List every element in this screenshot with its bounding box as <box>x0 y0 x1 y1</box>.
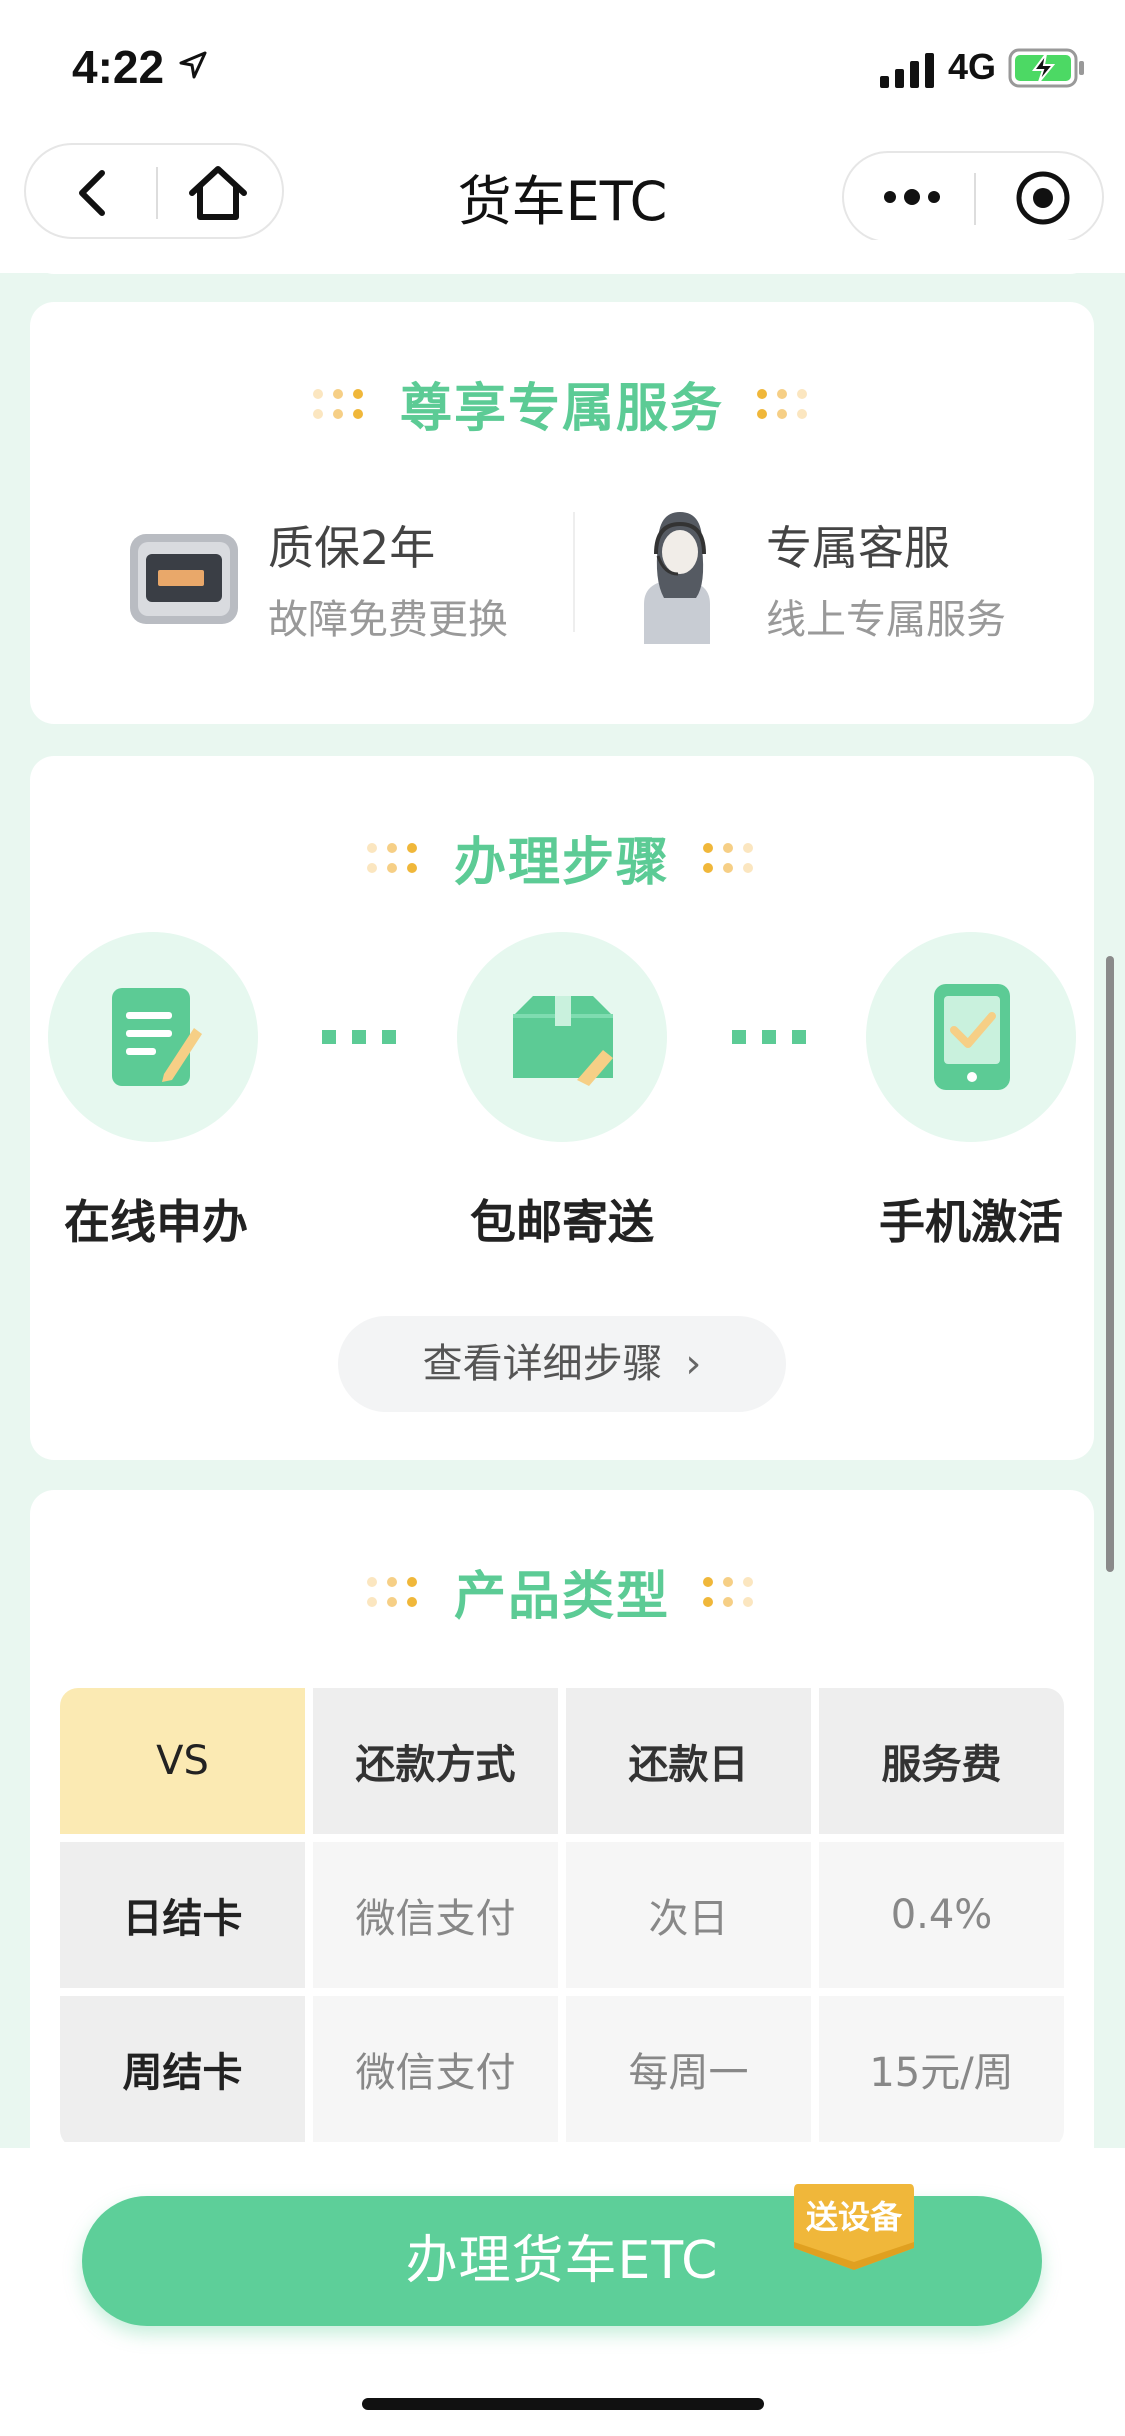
step-label: 包邮寄送 <box>470 1195 654 1249</box>
services-card: 尊享专属服务 质保2年 故障免费更换 专属客服 线上专属服务 <box>30 302 1094 724</box>
table-row-label: 日结卡 <box>60 1842 305 1988</box>
table-cell: 微信支付 <box>313 1842 558 1988</box>
service-title: 专属客服 <box>766 521 950 575</box>
gift-badge-label: 送设备 <box>805 2198 902 2236</box>
table-header: 还款日 <box>566 1688 811 1834</box>
location-arrow-icon <box>179 51 207 79</box>
product-comparison-table: VS 还款方式 还款日 服务费 日结卡 微信支付 次日 0.4% 周结卡 微信支… <box>60 1688 1064 2148</box>
table-row-label: 周结卡 <box>60 1996 305 2142</box>
bottom-bar: 办理货车ETC 送设备 <box>0 2148 1125 2436</box>
table-cell: 每周一 <box>566 1996 811 2142</box>
package-icon <box>513 996 613 1086</box>
battery-charging-icon <box>1008 48 1084 88</box>
service-subtitle: 线上专属服务 <box>766 597 1006 643</box>
decorative-dots-icon <box>703 843 753 873</box>
chevron-right-icon: › <box>685 1341 702 1387</box>
table-cell: 微信支付 <box>313 1996 558 2142</box>
network-type: 4G <box>948 46 997 87</box>
steps-card: 办理步骤 在线申办 包邮寄送 手机激活 查看详细步骤 › <box>30 756 1094 1460</box>
step-label: 手机激活 <box>879 1195 1063 1249</box>
phone-check-icon <box>934 984 1010 1090</box>
decorative-dots-icon <box>757 389 807 419</box>
detail-button-label: 查看详细步骤 <box>422 1341 663 1387</box>
table-cell: 次日 <box>566 1842 811 1988</box>
table-header: 还款方式 <box>313 1688 558 1834</box>
step-phone-activate <box>866 932 1076 1142</box>
products-title: 产品类型 <box>453 1567 670 1627</box>
step-label: 在线申办 <box>64 1195 248 1249</box>
more-icon[interactable] <box>880 175 944 219</box>
home-indicator <box>362 2398 764 2410</box>
close-miniprogram-icon[interactable] <box>1014 169 1072 227</box>
step-connector-dots <box>732 1030 806 1044</box>
document-edit-icon <box>112 988 202 1086</box>
step-connector-dots <box>322 1030 396 1044</box>
view-detail-steps-button[interactable]: 查看详细步骤 › <box>338 1316 786 1412</box>
scrollbar[interactable] <box>1106 956 1114 1572</box>
table-header: 服务费 <box>819 1688 1064 1834</box>
decorative-dots-icon <box>703 1577 753 1607</box>
steps-title: 办理步骤 <box>453 833 670 893</box>
cellular-signal-icon <box>880 53 934 88</box>
customer-service-icon <box>644 512 710 644</box>
etc-device-icon <box>130 534 238 624</box>
services-title: 尊享专属服务 <box>399 379 724 439</box>
step-online-apply <box>48 932 258 1142</box>
products-card: 产品类型 VS 还款方式 还款日 服务费 日结卡 微信支付 次日 0.4% 周结… <box>30 1490 1094 2210</box>
step-free-shipping <box>457 932 667 1142</box>
capsule-divider <box>974 173 976 225</box>
divider <box>573 512 575 632</box>
service-title: 质保2年 <box>268 521 436 575</box>
status-time: 4:22 <box>72 41 165 93</box>
table-cell: 0.4% <box>819 1842 1064 1988</box>
previous-card-edge <box>30 240 1094 274</box>
nav-capsule-right <box>842 151 1104 243</box>
table-cell: 15元/周 <box>819 1996 1064 2142</box>
table-header-vs: VS <box>60 1688 305 1834</box>
service-subtitle: 故障免费更换 <box>268 597 508 643</box>
status-bar: 4:22 4G <box>0 0 1125 135</box>
